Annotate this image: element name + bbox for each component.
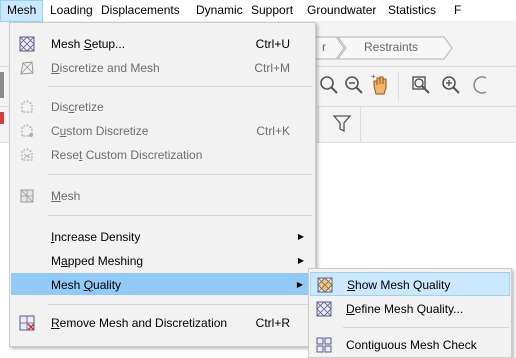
menu-item-label: Discretize and Mesh (51, 61, 160, 75)
toolbar-separator (318, 106, 319, 142)
menu-item-label: Mesh Setup... (51, 37, 126, 51)
menu-item-reset-custom-discretization[interactable]: Reset Custom Discretization (11, 144, 314, 166)
menu-item-shortcut: Ctrl+K (256, 124, 290, 138)
menu-bar: Mesh Loading Displacements Dynamic Suppo… (0, 0, 516, 22)
define-mesh-quality-icon (316, 301, 332, 317)
submenu-separator (343, 327, 509, 328)
menu-item-label: Mesh (51, 189, 81, 203)
rotate-icon[interactable] (470, 74, 492, 96)
partial-toolbar-icon (0, 112, 4, 124)
submenu-item-define-mesh-quality[interactable]: Define Mesh Quality... (310, 297, 510, 321)
submenu-item-contiguous-mesh-check[interactable]: Contiguous Mesh Check (310, 333, 510, 357)
menu-item-mesh[interactable]: Mesh (11, 185, 314, 207)
menu-item-label: Mesh Quality (51, 278, 122, 292)
menu-partial[interactable]: F (448, 0, 467, 22)
menu-dynamic[interactable]: Dynamic (190, 0, 249, 22)
mesh-icon (20, 189, 34, 203)
menu-item-label: Custom Discretize (51, 124, 149, 138)
menu-item-custom-discretize[interactable]: Custom Discretize Ctrl+K (11, 120, 314, 142)
menu-item-label: Discretize (51, 100, 104, 114)
partial-toolbar-icon (0, 72, 4, 98)
menu-item-discretize[interactable]: Discretize (11, 96, 314, 118)
breadcrumb-step-restraints[interactable]: Restraints (364, 36, 418, 60)
menu-separator (48, 174, 312, 175)
menu-item-mapped-meshing[interactable]: Mapped Meshing ▶ (11, 250, 314, 272)
zoom-extents-icon[interactable] (410, 74, 432, 96)
submenu-item-label: Show Mesh Quality (347, 278, 451, 292)
submenu-item-label: Define Mesh Quality... (346, 302, 464, 316)
menu-statistics[interactable]: Statistics (382, 0, 442, 22)
discretize-icon (21, 100, 33, 113)
menu-item-label: Remove Mesh and Discretization (51, 316, 228, 330)
mesh-quality-submenu: Show Mesh Quality Define Mesh Quality...… (308, 268, 512, 358)
menu-item-increase-density[interactable]: Increase Density ▶ (11, 226, 314, 248)
remove-mesh-icon (19, 315, 35, 331)
pan-hand-icon[interactable]: + (370, 72, 392, 95)
zoom-out-icon[interactable] (343, 74, 365, 96)
menu-support[interactable]: Support (245, 0, 299, 22)
menu-item-label: Mapped Meshing (51, 254, 144, 268)
submenu-item-label: Contiguous Mesh Check (346, 338, 477, 352)
menu-item-shortcut: Ctrl+M (254, 61, 290, 75)
breadcrumb-step-partial[interactable]: r (322, 36, 326, 60)
zoom-in-icon[interactable] (318, 74, 340, 96)
menu-item-shortcut: Ctrl+U (255, 37, 290, 51)
custom-discretize-icon (21, 124, 33, 137)
menu-separator (48, 215, 312, 216)
toolbar-separator (360, 106, 361, 142)
discretize-and-mesh-icon (20, 61, 34, 75)
mesh-setup-icon (19, 36, 35, 52)
submenu-arrow-icon: ▶ (296, 280, 303, 289)
menu-displacements[interactable]: Displacements (95, 0, 186, 22)
show-mesh-quality-icon (317, 277, 333, 293)
zoom-window-icon[interactable] (440, 74, 462, 96)
menu-loading[interactable]: Loading (44, 0, 99, 22)
submenu-item-show-mesh-quality[interactable]: Show Mesh Quality (310, 272, 510, 296)
reset-discretization-icon (21, 148, 33, 161)
menu-item-shortcut: Ctrl+R (255, 316, 290, 330)
menu-item-label: Reset Custom Discretization (51, 148, 203, 162)
filter-icon[interactable] (331, 112, 353, 134)
mesh-dropdown-menu: Mesh Setup... Ctrl+U Discretize and Mesh… (9, 22, 316, 347)
menu-item-label: Increase Density (51, 230, 141, 244)
menu-separator (48, 304, 312, 305)
menu-item-mesh-quality[interactable]: Mesh Quality ▶ (11, 273, 314, 295)
menu-groundwater[interactable]: Groundwater (301, 0, 382, 22)
menu-item-mesh-setup[interactable]: Mesh Setup... Ctrl+U (11, 33, 314, 55)
menu-item-discretize-and-mesh[interactable]: Discretize and Mesh Ctrl+M (11, 57, 314, 79)
menu-item-remove-mesh[interactable]: Remove Mesh and Discretization Ctrl+R (11, 312, 314, 334)
submenu-arrow-icon: ▶ (297, 256, 304, 265)
svg-text:+: + (371, 72, 376, 81)
contiguous-mesh-check-icon (316, 337, 332, 353)
submenu-arrow-icon: ▶ (297, 232, 304, 241)
toolbar-separator (398, 72, 399, 100)
menu-separator (48, 86, 312, 87)
menu-mesh[interactable]: Mesh (0, 0, 44, 22)
